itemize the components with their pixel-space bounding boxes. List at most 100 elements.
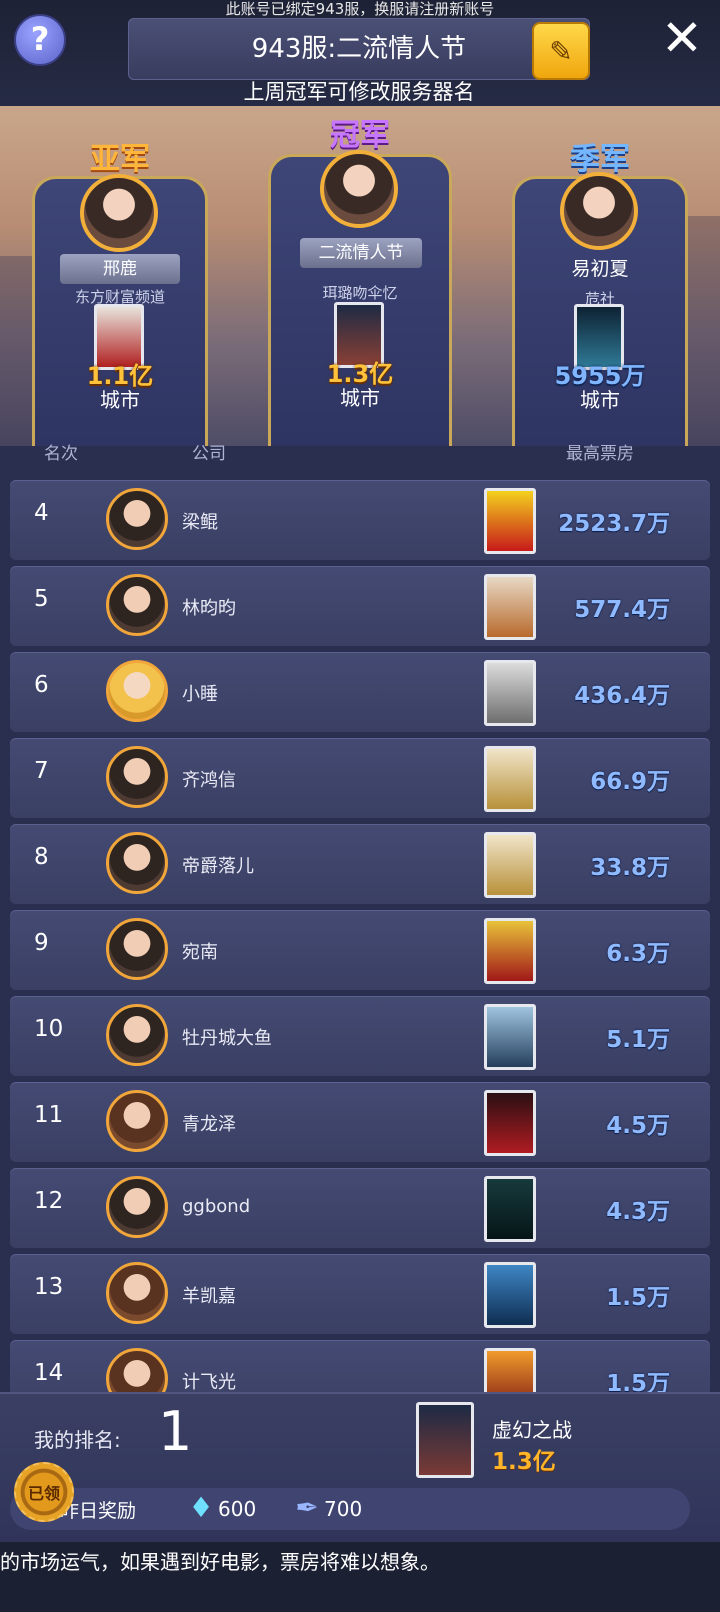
avatar[interactable]	[106, 832, 168, 894]
row-name: 羊凯嘉	[182, 1286, 236, 1307]
row-name: 梁鲲	[182, 512, 218, 533]
avatar[interactable]	[106, 918, 168, 980]
movie-poster[interactable]	[484, 918, 536, 984]
label-second: 亚军	[90, 142, 150, 177]
podium: 亚军 邢鹿 东方财富频道 1.1亿 城市 冠军 二流情人节 珥璐吻伞忆 1.3亿…	[0, 106, 720, 446]
movie-poster[interactable]	[484, 1090, 536, 1156]
top-bar: 此账号已绑定943服，换服请注册新账号 ? 943服:二流情人节 ✎ 上周冠军可…	[0, 0, 720, 106]
diamond-icon: ♦	[188, 1491, 214, 1524]
row-value: 4.5万	[606, 1113, 670, 1139]
row-rank: 10	[34, 1016, 64, 1042]
list-header: 名次 公司 最高票房	[0, 436, 720, 464]
table-row[interactable]: 7 齐鸿信 66.9万	[10, 738, 710, 818]
row-rank: 7	[34, 758, 49, 784]
my-movie-title: 虚幻之战	[492, 1418, 572, 1442]
movie-poster[interactable]	[416, 1402, 474, 1478]
row-rank: 8	[34, 844, 49, 870]
row-rank: 5	[34, 586, 49, 612]
table-row[interactable]: 9 宛南 6.3万	[10, 910, 710, 990]
avatar[interactable]	[106, 574, 168, 636]
row-value: 4.3万	[606, 1199, 670, 1225]
avatar[interactable]	[106, 1176, 168, 1238]
ticker-text: 的市场运气，如果遇到好电影，票房将难以想象。	[0, 1550, 440, 1574]
row-rank: 14	[34, 1360, 64, 1386]
account-notice: 此账号已绑定943服，换服请注册新账号	[225, 0, 495, 18]
player-name-third: 易初夏	[571, 258, 629, 280]
server-hint: 上周冠军可修改服务器名	[243, 80, 475, 104]
server-name-box: 943服:二流情人节	[128, 18, 590, 80]
movie-poster[interactable]	[484, 660, 536, 726]
row-name: 林昀昀	[182, 598, 236, 619]
table-row[interactable]: 8 帝爵落儿 33.8万	[10, 824, 710, 904]
row-name: 青龙泽	[182, 1114, 236, 1135]
row-name: ggbond	[182, 1196, 251, 1217]
row-name: 帝爵落儿	[182, 856, 254, 877]
player-name-first: 二流情人节	[300, 238, 422, 268]
quill-icon: ✒	[295, 1491, 319, 1524]
header-rank: 名次	[44, 444, 78, 464]
row-name: 宛南	[182, 942, 218, 963]
table-row[interactable]: 5 林昀昀 577.4万	[10, 566, 710, 646]
city-label: 城市	[340, 386, 380, 410]
movie-poster[interactable]	[484, 1004, 536, 1070]
row-rank: 11	[34, 1102, 64, 1128]
help-icon[interactable]: ?	[14, 14, 66, 66]
row-value: 66.9万	[590, 769, 670, 795]
avatar[interactable]	[106, 1262, 168, 1324]
close-icon[interactable]: ✕	[656, 12, 708, 64]
my-box-office: 1.3亿	[492, 1449, 556, 1475]
my-rank-value: 1	[158, 1400, 193, 1463]
my-rank-panel: 我的排名: 1 虚幻之战 1.3亿 昨日奖励 ♦ 600 ✒ 700 已领	[0, 1392, 720, 1544]
avatar[interactable]	[106, 746, 168, 808]
quill-count: 700	[324, 1497, 363, 1521]
table-row[interactable]: 12 ggbond 4.3万	[10, 1168, 710, 1248]
edit-icon[interactable]: ✎	[532, 22, 590, 80]
city-label: 城市	[580, 388, 620, 412]
ticker-bar: 的市场运气，如果遇到好电影，票房将难以想象。	[0, 1542, 720, 1612]
row-value: 436.4万	[574, 683, 670, 709]
avatar[interactable]	[320, 150, 398, 228]
company-first: 珥璐吻伞忆	[322, 284, 398, 302]
avatar[interactable]	[80, 174, 158, 252]
movie-poster[interactable]	[484, 832, 536, 898]
row-rank: 12	[34, 1188, 64, 1214]
row-rank: 4	[34, 500, 49, 526]
gem-count: 600	[218, 1497, 257, 1521]
avatar[interactable]	[106, 488, 168, 550]
row-name: 小睡	[182, 684, 218, 705]
avatar[interactable]	[106, 660, 168, 722]
movie-poster[interactable]	[484, 488, 536, 554]
table-row[interactable]: 6 小睡 436.4万	[10, 652, 710, 732]
row-rank: 9	[34, 930, 49, 956]
label-first: 冠军	[330, 118, 390, 153]
row-value: 1.5万	[606, 1285, 670, 1311]
server-name: 943服:二流情人节	[251, 34, 467, 64]
row-name: 齐鸿信	[182, 770, 236, 791]
avatar[interactable]	[106, 1090, 168, 1152]
table-row[interactable]: 4 梁鲲 2523.7万	[10, 480, 710, 560]
row-value: 2523.7万	[558, 511, 670, 537]
row-rank: 6	[34, 672, 49, 698]
movie-poster[interactable]	[484, 746, 536, 812]
avatar[interactable]	[560, 172, 638, 250]
header-company: 公司	[192, 444, 226, 464]
row-name: 计飞光	[182, 1372, 236, 1393]
avatar[interactable]	[106, 1004, 168, 1066]
row-value: 33.8万	[590, 855, 670, 881]
movie-poster[interactable]	[484, 1176, 536, 1242]
table-row[interactable]: 10 牡丹城大鱼 5.1万	[10, 996, 710, 1076]
row-value: 6.3万	[606, 941, 670, 967]
claimed-badge[interactable]: 已领	[14, 1462, 74, 1522]
header-top-box: 最高票房	[566, 444, 634, 464]
row-value: 5.1万	[606, 1027, 670, 1053]
player-name-second: 邢鹿	[60, 254, 180, 284]
table-row[interactable]: 11 青龙泽 4.5万	[10, 1082, 710, 1162]
row-rank: 13	[34, 1274, 64, 1300]
my-rank-label: 我的排名:	[34, 1428, 121, 1452]
movie-poster[interactable]	[484, 1262, 536, 1328]
table-row[interactable]: 13 羊凯嘉 1.5万	[10, 1254, 710, 1334]
movie-poster[interactable]	[484, 574, 536, 640]
city-label: 城市	[100, 388, 140, 412]
reward-bar: 昨日奖励 ♦ 600 ✒ 700	[10, 1488, 690, 1530]
row-value: 577.4万	[574, 597, 670, 623]
